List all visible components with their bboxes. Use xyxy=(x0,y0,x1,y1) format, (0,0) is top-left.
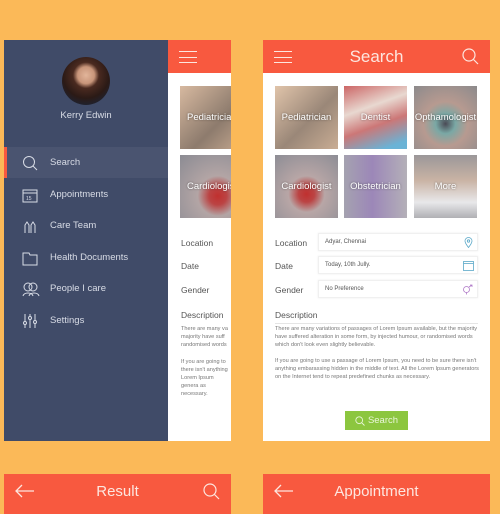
search-icon xyxy=(23,155,38,170)
search-icon[interactable] xyxy=(462,48,479,65)
page-title: Result xyxy=(96,483,139,500)
search-icon[interactable] xyxy=(203,483,220,500)
avatar xyxy=(62,57,110,105)
search-icon xyxy=(355,415,365,426)
sliders-icon xyxy=(23,313,37,328)
menu-icon[interactable] xyxy=(179,51,197,63)
description-label: Description xyxy=(275,310,318,320)
date-input[interactable]: Today, 10th Jully. xyxy=(318,256,478,274)
page-title: Appointment xyxy=(334,483,419,500)
header: Search xyxy=(263,40,490,73)
menu-item-care-team[interactable]: Care Team xyxy=(4,210,168,241)
header xyxy=(168,40,231,73)
search-screen: Search Pediatrician Dentist Opthamologis… xyxy=(263,40,490,441)
description-text: If you are going to use a passage of Lor… xyxy=(275,358,479,380)
tile-more[interactable]: More xyxy=(414,155,477,218)
divider xyxy=(275,323,478,324)
date-label: Date xyxy=(181,261,199,271)
user-name: Kerry Edwin xyxy=(60,110,112,121)
description-label: Description xyxy=(181,310,224,320)
folder-icon xyxy=(22,252,38,265)
menu-item-settings[interactable]: Settings xyxy=(4,305,168,336)
location-label: Location xyxy=(275,238,308,248)
care-team-icon xyxy=(24,220,36,233)
menu-screen: Pediatricia Cardiologis Location Date Ge… xyxy=(4,40,231,441)
tile-cardiologist[interactable]: Cardiologist xyxy=(275,155,338,218)
tile-cardiologist[interactable]: Cardiologis xyxy=(180,155,231,218)
tile-pediatrician[interactable]: Pediatricia xyxy=(180,86,231,149)
search-button[interactable]: Search xyxy=(345,411,408,430)
page-title: Search xyxy=(349,47,404,66)
tile-pediatrician[interactable]: Pediatrician xyxy=(275,86,338,149)
gender-icon xyxy=(463,284,473,295)
tile-dentist[interactable]: Dentist xyxy=(344,86,407,149)
menu-item-appointments[interactable]: 15 Appointments xyxy=(4,179,168,210)
description-text: There are many variations of passages of… xyxy=(275,326,478,348)
menu-item-people[interactable]: People I care xyxy=(4,273,168,304)
tile-opthamologist[interactable]: Opthamologist xyxy=(414,86,477,149)
location-input[interactable]: Adyar, Chennai xyxy=(318,233,478,251)
side-drawer: Kerry Edwin Search 15 Appointments Care … xyxy=(4,40,168,441)
date-label: Date xyxy=(275,261,293,271)
location-pin-icon xyxy=(464,237,473,248)
calendar-icon: 15 xyxy=(22,189,38,202)
tile-obstetrician[interactable]: Obstetrician xyxy=(344,155,407,218)
result-screen: Result xyxy=(4,474,231,514)
menu-item-search[interactable]: Search xyxy=(4,147,168,178)
gender-label: Gender xyxy=(181,285,210,295)
gender-select[interactable]: No Preference xyxy=(318,280,478,298)
location-label: Location xyxy=(181,238,214,248)
appointment-screen: Appointment xyxy=(263,474,490,514)
calendar-icon xyxy=(463,261,474,271)
svg-text:15: 15 xyxy=(26,196,32,202)
people-icon xyxy=(22,282,40,296)
menu-item-health-documents[interactable]: Health Documents xyxy=(4,242,168,273)
gender-label: Gender xyxy=(275,285,304,295)
